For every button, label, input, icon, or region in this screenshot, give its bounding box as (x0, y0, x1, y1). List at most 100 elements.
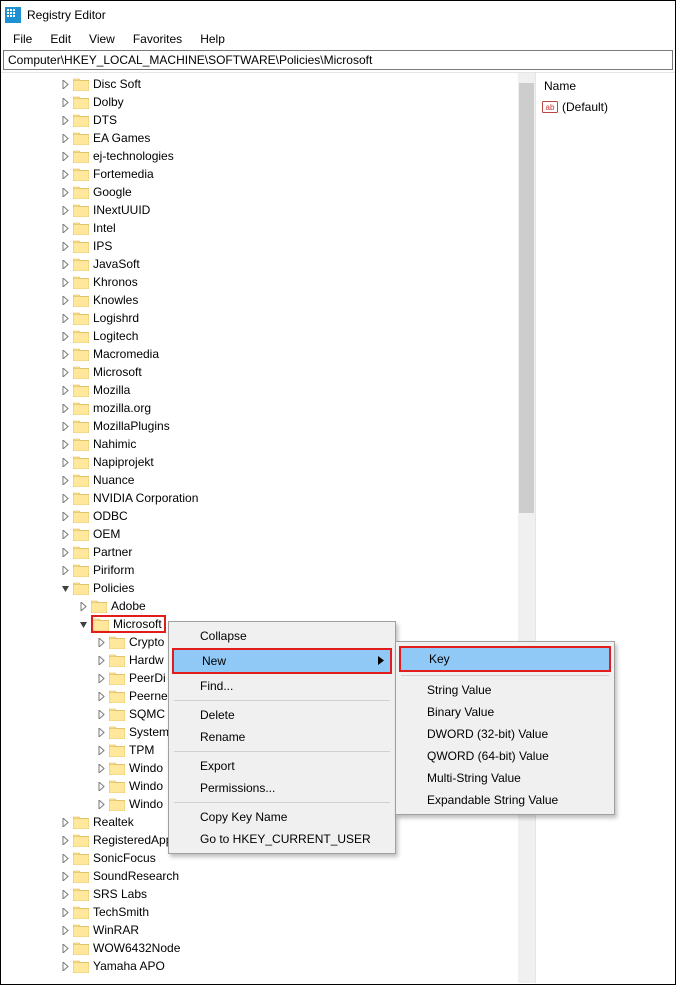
chevron-right-icon[interactable] (95, 690, 107, 702)
tree-node[interactable]: MozillaPlugins (5, 417, 535, 435)
chevron-right-icon[interactable] (59, 168, 71, 180)
chevron-right-icon[interactable] (59, 528, 71, 540)
values-pane[interactable]: Name ab (Default) (536, 73, 675, 983)
cm-copy-key-name[interactable]: Copy Key Name (172, 806, 392, 828)
chevron-right-icon[interactable] (77, 600, 89, 612)
tree-node[interactable]: Knowles (5, 291, 535, 309)
chevron-right-icon[interactable] (95, 672, 107, 684)
chevron-right-icon[interactable] (59, 348, 71, 360)
tree-scrollbar[interactable] (518, 73, 535, 983)
tree-node[interactable]: Logishrd (5, 309, 535, 327)
cm-rename[interactable]: Rename (172, 726, 392, 748)
chevron-right-icon[interactable] (59, 276, 71, 288)
chevron-right-icon[interactable] (59, 942, 71, 954)
chevron-right-icon[interactable] (59, 186, 71, 198)
tree-node[interactable]: TechSmith (5, 903, 535, 921)
chevron-right-icon[interactable] (95, 708, 107, 720)
chevron-right-icon[interactable] (59, 564, 71, 576)
tree-node[interactable]: IPS (5, 237, 535, 255)
context-menu[interactable]: Collapse New Find... Delete Rename Expor… (168, 621, 396, 854)
tree-node[interactable]: WOW6432Node (5, 939, 535, 957)
tree-node[interactable]: Disc Soft (5, 75, 535, 93)
tree-node[interactable]: EA Games (5, 129, 535, 147)
chevron-right-icon[interactable] (59, 366, 71, 378)
tree-node[interactable]: Nahimic (5, 435, 535, 453)
chevron-right-icon[interactable] (95, 762, 107, 774)
chevron-right-icon[interactable] (59, 114, 71, 126)
submenu-binary[interactable]: Binary Value (399, 701, 611, 723)
tree-node[interactable]: ODBC (5, 507, 535, 525)
chevron-right-icon[interactable] (59, 492, 71, 504)
tree-node[interactable]: Partner (5, 543, 535, 561)
chevron-right-icon[interactable] (59, 204, 71, 216)
chevron-right-icon[interactable] (59, 150, 71, 162)
chevron-right-icon[interactable] (59, 924, 71, 936)
cm-goto-hkcu[interactable]: Go to HKEY_CURRENT_USER (172, 828, 392, 850)
chevron-right-icon[interactable] (59, 330, 71, 342)
chevron-right-icon[interactable] (95, 780, 107, 792)
chevron-right-icon[interactable] (59, 78, 71, 90)
chevron-right-icon[interactable] (59, 816, 71, 828)
chevron-right-icon[interactable] (59, 546, 71, 558)
address-bar[interactable]: Computer\HKEY_LOCAL_MACHINE\SOFTWARE\Pol… (3, 50, 673, 70)
tree-node[interactable]: Adobe (5, 597, 535, 615)
chevron-right-icon[interactable] (59, 870, 71, 882)
tree-node[interactable]: Intel (5, 219, 535, 237)
submenu-key[interactable]: Key (401, 648, 609, 670)
tree-node[interactable]: Yamaha APO (5, 957, 535, 975)
chevron-right-icon[interactable] (59, 420, 71, 432)
chevron-right-icon[interactable] (59, 906, 71, 918)
chevron-right-icon[interactable] (59, 384, 71, 396)
submenu-qword[interactable]: QWORD (64-bit) Value (399, 745, 611, 767)
menu-help[interactable]: Help (192, 30, 233, 48)
chevron-right-icon[interactable] (95, 636, 107, 648)
tree-node[interactable]: Mozilla (5, 381, 535, 399)
column-header-name[interactable]: Name (542, 75, 669, 97)
chevron-right-icon[interactable] (59, 312, 71, 324)
chevron-right-icon[interactable] (59, 294, 71, 306)
cm-collapse[interactable]: Collapse (172, 625, 392, 647)
chevron-right-icon[interactable] (59, 132, 71, 144)
submenu-string[interactable]: String Value (399, 679, 611, 701)
chevron-right-icon[interactable] (59, 456, 71, 468)
submenu-new[interactable]: Key String Value Binary Value DWORD (32-… (395, 641, 615, 815)
chevron-down-icon[interactable] (77, 618, 89, 630)
tree-node[interactable]: Microsoft (5, 363, 535, 381)
tree-node[interactable]: Fortemedia (5, 165, 535, 183)
tree-node[interactable]: NVIDIA Corporation (5, 489, 535, 507)
submenu-dword[interactable]: DWORD (32-bit) Value (399, 723, 611, 745)
chevron-right-icon[interactable] (59, 852, 71, 864)
tree-node[interactable]: Policies (5, 579, 535, 597)
chevron-right-icon[interactable] (95, 726, 107, 738)
tree-node[interactable]: Dolby (5, 93, 535, 111)
chevron-right-icon[interactable] (95, 744, 107, 756)
tree-node[interactable]: Google (5, 183, 535, 201)
tree-node[interactable]: SoundResearch (5, 867, 535, 885)
chevron-right-icon[interactable] (59, 222, 71, 234)
cm-find[interactable]: Find... (172, 675, 392, 697)
chevron-right-icon[interactable] (59, 258, 71, 270)
chevron-right-icon[interactable] (95, 654, 107, 666)
menu-edit[interactable]: Edit (42, 30, 79, 48)
cm-delete[interactable]: Delete (172, 704, 392, 726)
tree-node[interactable]: DTS (5, 111, 535, 129)
scrollbar-thumb[interactable] (519, 83, 534, 513)
tree-node[interactable]: mozilla.org (5, 399, 535, 417)
tree-node[interactable]: OEM (5, 525, 535, 543)
tree-node[interactable]: WinRAR (5, 921, 535, 939)
tree-node[interactable]: Macromedia (5, 345, 535, 363)
menu-file[interactable]: File (5, 30, 40, 48)
chevron-right-icon[interactable] (59, 96, 71, 108)
tree-node[interactable]: ej-technologies (5, 147, 535, 165)
chevron-right-icon[interactable] (95, 798, 107, 810)
chevron-down-icon[interactable] (59, 582, 71, 594)
chevron-right-icon[interactable] (59, 834, 71, 846)
tree-node[interactable]: Piriform (5, 561, 535, 579)
chevron-right-icon[interactable] (59, 888, 71, 900)
tree-node[interactable]: Logitech (5, 327, 535, 345)
menu-favorites[interactable]: Favorites (125, 30, 190, 48)
menu-view[interactable]: View (81, 30, 123, 48)
cm-new[interactable]: New (174, 650, 390, 672)
submenu-multistring[interactable]: Multi-String Value (399, 767, 611, 789)
tree-node[interactable]: SRS Labs (5, 885, 535, 903)
